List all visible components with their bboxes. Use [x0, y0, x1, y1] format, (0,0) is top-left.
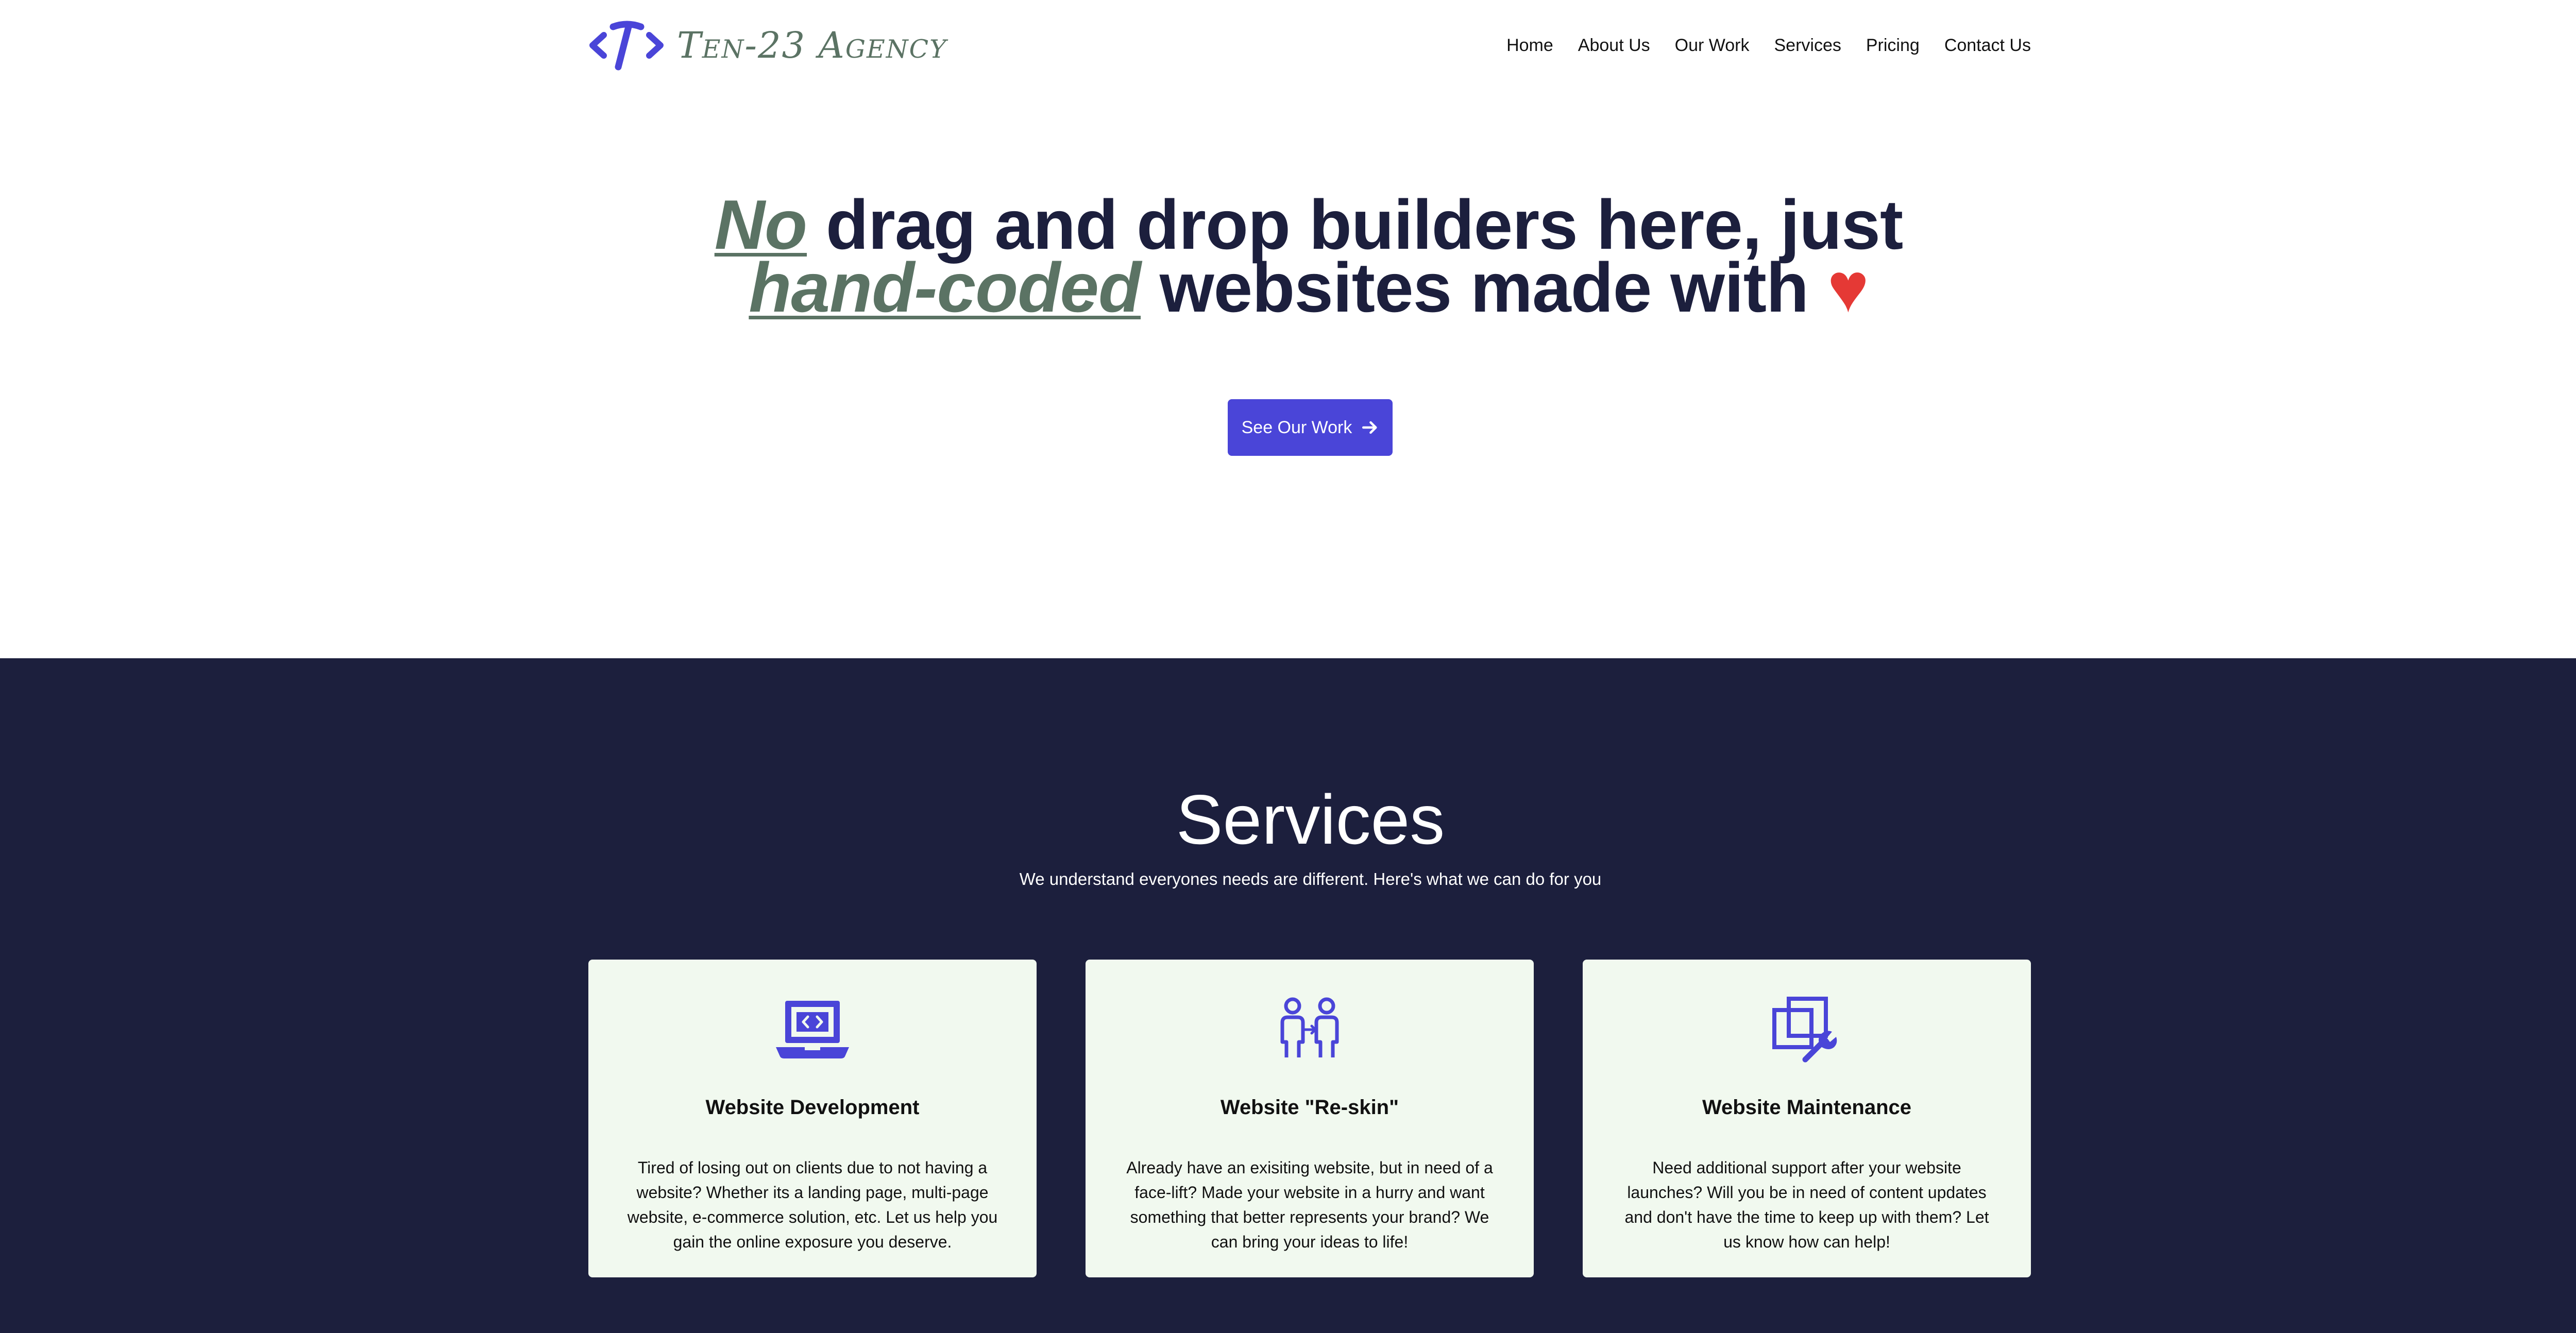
service-card-title: Website Maintenance [1702, 1096, 1912, 1119]
see-our-work-label: See Our Work [1241, 417, 1352, 437]
maintenance-wrench-icon [1772, 997, 1837, 1063]
nav-pricing[interactable]: Pricing [1866, 36, 1920, 56]
arrow-right-icon [1362, 421, 1377, 434]
services-subtitle: We understand everyones needs are differ… [1019, 869, 1602, 888]
services-section: Services We understand everyones needs a… [0, 658, 2576, 1333]
logo-text: Ten-23 Agency [677, 24, 947, 66]
service-card-text: Already have an exisiting website, but i… [1126, 1158, 1493, 1251]
laptop-code-icon [776, 1001, 849, 1058]
service-card-text: Tired of losing out on clients due to no… [627, 1158, 998, 1251]
nav-about-us[interactable]: About Us [1578, 36, 1650, 56]
heart-icon: ♥ [1827, 248, 1869, 327]
service-card-text: Need additional support after your websi… [1624, 1158, 1989, 1251]
hero-title: No drag and drop builders here, just han… [618, 190, 1999, 322]
service-card-maintenance: Website Maintenance Need additional supp… [1583, 960, 2031, 1277]
service-card-development: Website Development Tired of losing out … [588, 960, 1037, 1277]
service-card-title: Website "Re-skin" [1220, 1096, 1399, 1119]
logo-hammer-icon [589, 21, 664, 71]
hero-text-2: websites made with [1141, 248, 1827, 327]
see-our-work-button[interactable]: See Our Work [1228, 399, 1393, 456]
nav-contact-us[interactable]: Contact Us [1944, 36, 2031, 56]
nav-home[interactable]: Home [1506, 36, 1553, 56]
service-cards: Website Development Tired of losing out … [588, 960, 2031, 1279]
services-title: Services [1176, 780, 1445, 859]
service-card-title: Website Development [705, 1096, 920, 1119]
main-nav: Home About Us Our Work Services Pricing … [1506, 36, 2031, 56]
logo[interactable]: Ten-23 Agency [588, 20, 947, 71]
nav-services[interactable]: Services [1774, 36, 1841, 56]
page: Ten-23 Agency Home About Us Our Work Ser… [0, 0, 2576, 1333]
service-card-reskin: Website "Re-skin" Already have an exisit… [1086, 960, 1534, 1277]
hero-section: Ten-23 Agency Home About Us Our Work Ser… [0, 0, 2576, 658]
nav-our-work[interactable]: Our Work [1675, 36, 1750, 56]
site-header: Ten-23 Agency Home About Us Our Work Ser… [588, 20, 2031, 71]
hero-accent-hand-coded: hand-coded [749, 248, 1141, 327]
people-swap-icon [1280, 997, 1339, 1057]
